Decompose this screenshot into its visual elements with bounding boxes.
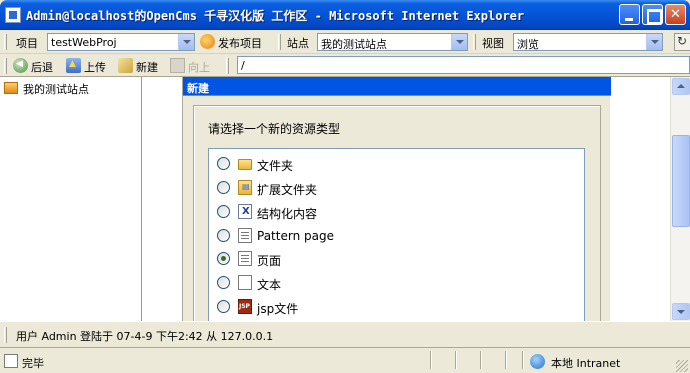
scroll-down-icon[interactable] — [672, 303, 690, 320]
window-title-bar[interactable]: Admin@localhost的OpenCms 千寻汉化版 工作区 - Micr… — [0, 0, 690, 30]
vertical-scrollbar[interactable] — [670, 77, 690, 321]
radio-button[interactable] — [217, 157, 230, 170]
option-label: jsp文件 — [257, 302, 299, 316]
back-label: 后退 — [31, 61, 53, 74]
text-file-icon — [238, 275, 252, 290]
chevron-down-icon[interactable] — [178, 34, 194, 50]
view-select-value: 浏览 — [517, 38, 539, 51]
up-label: 向上 — [188, 61, 210, 74]
status-bar: 完毕 本地 Intranet — [0, 347, 690, 373]
radio-button[interactable] — [217, 300, 230, 313]
dialog-body: 请选择一个新的资源类型 文件夹 扩展文件夹 — [193, 105, 601, 328]
option-label: 文本 — [257, 278, 282, 292]
folder-up-icon — [170, 58, 185, 73]
folder-icon — [238, 159, 252, 170]
radio-button[interactable] — [217, 276, 230, 289]
project-select[interactable]: testWebProj — [47, 33, 195, 51]
scroll-up-icon[interactable] — [672, 78, 690, 95]
main-pane: 新建 请选择一个新的资源类型 文件夹 扩展文件夹 — [143, 77, 670, 328]
resize-grip-icon[interactable] — [676, 360, 688, 372]
radio-button[interactable] — [217, 229, 230, 242]
site-select-value: 我的测试站点 — [321, 38, 387, 51]
toolbar-grip[interactable] — [4, 34, 7, 50]
scrollbar-thumb[interactable] — [672, 135, 690, 227]
ie-window-icon[interactable] — [5, 7, 21, 23]
intranet-globe-icon — [530, 354, 545, 369]
publish-icon — [200, 34, 215, 49]
zone-label: 本地 Intranet — [551, 357, 621, 370]
option-label: 结构化内容 — [257, 207, 318, 221]
address-value: / — [241, 59, 245, 72]
status-text: 完毕 — [22, 357, 44, 370]
structured-content-icon — [238, 204, 252, 219]
status-separator — [522, 351, 524, 369]
upload-label: 上传 — [84, 61, 106, 74]
option-label: Pattern page — [257, 229, 334, 243]
chevron-down-icon[interactable] — [646, 34, 662, 50]
site-folder-icon — [4, 82, 18, 94]
toolbar-grip[interactable] — [4, 58, 7, 74]
refresh-icon[interactable] — [674, 33, 690, 51]
content-area: 我的测试站点 新建 请选择一个新的资源类型 文件夹 扩展 — [0, 77, 690, 328]
user-info-bar: 用户 Admin 登陆于 07-4-9 下午2:42 从 127.0.0.1 — [0, 321, 690, 347]
jsp-file-icon — [238, 299, 252, 314]
site-select[interactable]: 我的测试站点 — [317, 33, 468, 51]
radio-button-selected[interactable] — [217, 252, 230, 265]
page-done-icon — [4, 354, 18, 368]
window-title: Admin@localhost的OpenCms 千寻汉化版 工作区 - Micr… — [26, 9, 525, 23]
workplace-toolbar: 项目 testWebProj 发布项目 站点 我的测试站点 视图 浏览 — [0, 30, 690, 54]
dialog-prompt: 请选择一个新的资源类型 — [208, 122, 341, 136]
site-label: 站点 — [287, 37, 309, 50]
new-wand-icon — [118, 58, 133, 73]
option-label: 扩展文件夹 — [257, 183, 318, 197]
tree-pane: 我的测试站点 — [0, 77, 142, 321]
project-select-value: testWebProj — [51, 36, 117, 49]
toolbar-separator — [278, 34, 281, 50]
minimize-button[interactable] — [619, 4, 640, 25]
toolbar-separator — [473, 34, 476, 50]
radio-button[interactable] — [217, 205, 230, 218]
toolbar-grip — [4, 327, 7, 343]
option-label: 文件夹 — [257, 159, 294, 173]
address-field[interactable]: / — [237, 56, 690, 74]
page-icon — [238, 251, 252, 266]
resource-type-list: 文件夹 扩展文件夹 结构化内容 Patt — [208, 148, 585, 328]
tree-item-label: 我的测试站点 — [23, 83, 89, 96]
new-label: 新建 — [136, 61, 158, 74]
status-separator — [480, 351, 482, 369]
new-resource-dialog: 新建 请选择一个新的资源类型 文件夹 扩展文件夹 — [182, 77, 611, 328]
dialog-title: 新建 — [187, 82, 209, 95]
status-separator — [505, 351, 507, 369]
extended-folder-icon — [238, 180, 252, 195]
chevron-down-icon[interactable] — [451, 34, 467, 50]
project-label: 项目 — [16, 37, 38, 50]
toolbar-separator — [226, 58, 229, 74]
option-label: 页面 — [257, 254, 282, 268]
dialog-header: 新建 — [183, 77, 611, 96]
page-icon — [238, 228, 252, 243]
back-arrow-icon — [13, 58, 28, 73]
maximize-button[interactable] — [642, 4, 663, 25]
radio-button[interactable] — [217, 181, 230, 194]
close-button[interactable]: ✕ — [665, 4, 686, 25]
status-separator — [455, 351, 457, 369]
view-label: 视图 — [482, 37, 504, 50]
status-separator — [430, 351, 432, 369]
publish-project-label: 发布项目 — [218, 37, 262, 50]
upload-icon — [66, 58, 81, 73]
explorer-toolbar: 后退 上传 新建 向上 / — [0, 54, 690, 77]
view-select[interactable]: 浏览 — [513, 33, 663, 51]
user-login-info: 用户 Admin 登陆于 07-4-9 下午2:42 从 127.0.0.1 — [16, 330, 274, 343]
